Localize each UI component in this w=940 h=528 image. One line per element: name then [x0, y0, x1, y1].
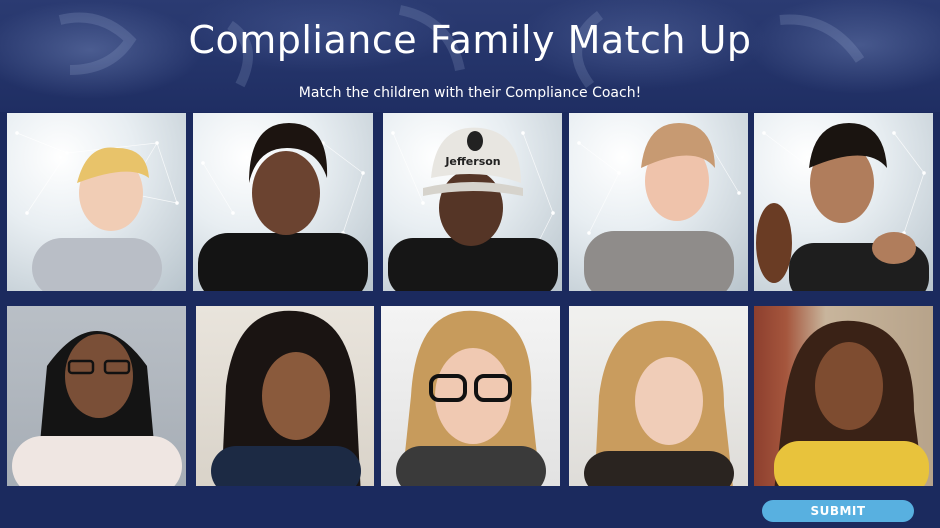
child-figure	[198, 123, 368, 291]
child-photo-4[interactable]	[569, 113, 748, 291]
child-photo-2[interactable]	[193, 113, 373, 291]
coach-photo-5[interactable]	[754, 306, 933, 486]
child-photo-5[interactable]	[754, 113, 933, 291]
child-figure	[584, 123, 734, 291]
coach-figure	[584, 320, 734, 486]
child-figure	[32, 147, 162, 291]
coach-photo-3[interactable]	[381, 306, 560, 486]
coach-figure	[396, 310, 546, 486]
header-banner: Compliance Family Match Up Match the chi…	[0, 0, 940, 112]
submit-button[interactable]: SUBMIT	[762, 500, 914, 522]
coach-figure	[211, 310, 361, 486]
child-figure	[756, 123, 929, 291]
child-figure: Jefferson	[388, 127, 558, 291]
coach-figure	[12, 331, 182, 486]
child-photo-1[interactable]	[7, 113, 186, 291]
child-photo-3[interactable]: Jefferson	[383, 113, 562, 291]
cap-text: Jefferson	[444, 155, 500, 168]
coach-photo-4[interactable]	[569, 306, 748, 486]
coach-figure	[774, 320, 929, 486]
page-subtitle: Match the children with their Compliance…	[298, 85, 642, 101]
coach-photo-1[interactable]	[7, 306, 186, 486]
page-title: Compliance Family Match Up	[188, 18, 752, 62]
coach-photo-2[interactable]	[196, 306, 374, 486]
